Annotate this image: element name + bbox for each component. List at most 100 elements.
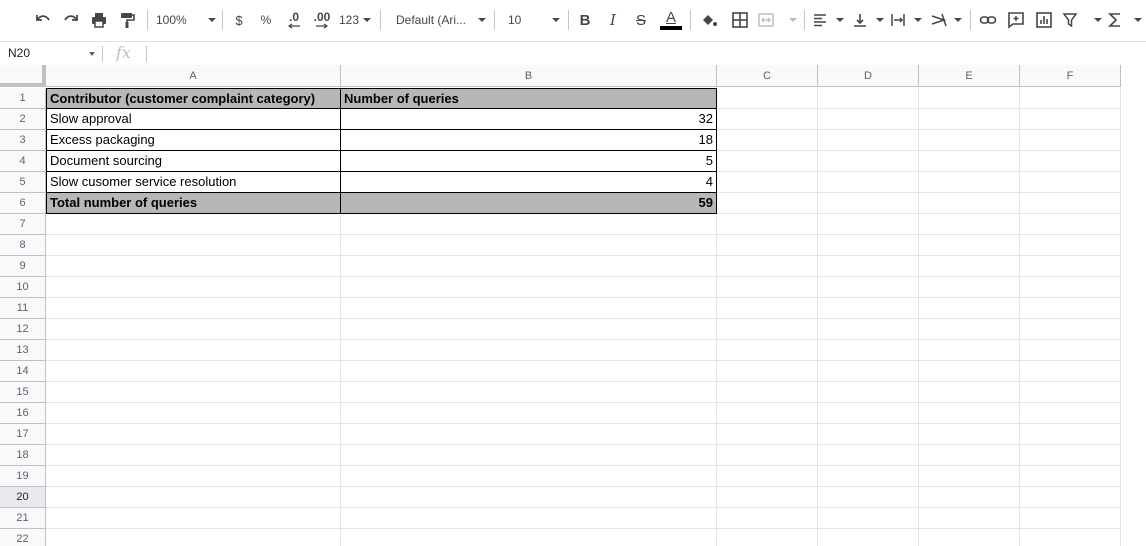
cell-f11[interactable] <box>1020 298 1121 319</box>
cell-f19[interactable] <box>1020 466 1121 487</box>
cell-e7[interactable] <box>919 214 1020 235</box>
cell-b17[interactable] <box>341 424 717 445</box>
cell-a13[interactable] <box>46 340 341 361</box>
cell-d14[interactable] <box>818 361 919 382</box>
select-all-corner[interactable] <box>0 65 46 87</box>
cell-f2[interactable] <box>1020 109 1121 130</box>
row-header-22[interactable]: 22 <box>0 529 46 546</box>
cell-b11[interactable] <box>341 298 717 319</box>
cell-c18[interactable] <box>717 445 818 466</box>
cell-c15[interactable] <box>717 382 818 403</box>
cell-f6[interactable] <box>1020 193 1121 214</box>
print-button[interactable] <box>88 8 110 32</box>
insert-chart-button[interactable] <box>1033 8 1055 32</box>
row-header-13[interactable]: 13 <box>0 340 46 361</box>
row-header-19[interactable]: 19 <box>0 466 46 487</box>
cell-f16[interactable] <box>1020 403 1121 424</box>
cell-c3[interactable] <box>717 130 818 151</box>
decrease-decimal-button[interactable]: .0 <box>282 8 306 32</box>
cell-b13[interactable] <box>341 340 717 361</box>
cell-e18[interactable] <box>919 445 1020 466</box>
cell-d16[interactable] <box>818 403 919 424</box>
cell-d8[interactable] <box>818 235 919 256</box>
cell-e9[interactable] <box>919 256 1020 277</box>
row-header-10[interactable]: 10 <box>0 277 46 298</box>
row-header-8[interactable]: 8 <box>0 235 46 256</box>
cell-c2[interactable] <box>717 109 818 130</box>
row-header-3[interactable]: 3 <box>0 130 46 151</box>
cell-f5[interactable] <box>1020 172 1121 193</box>
cell-a15[interactable] <box>46 382 341 403</box>
cell-d18[interactable] <box>818 445 919 466</box>
cell-e5[interactable] <box>919 172 1020 193</box>
cell-a4[interactable]: Document sourcing <box>46 151 341 172</box>
number-format-select[interactable]: 123 <box>339 8 371 32</box>
column-header-b[interactable]: B <box>341 65 717 87</box>
cell-b9[interactable] <box>341 256 717 277</box>
cell-a17[interactable] <box>46 424 341 445</box>
cell-d4[interactable] <box>818 151 919 172</box>
zoom-select[interactable]: 100% <box>156 8 216 32</box>
cell-e21[interactable] <box>919 508 1020 529</box>
row-header-21[interactable]: 21 <box>0 508 46 529</box>
cell-c1[interactable] <box>717 88 818 109</box>
row-header-11[interactable]: 11 <box>0 298 46 319</box>
cell-f20[interactable] <box>1020 487 1121 508</box>
cell-a10[interactable] <box>46 277 341 298</box>
cell-b12[interactable] <box>341 319 717 340</box>
merge-cells-button[interactable] <box>757 8 797 32</box>
cell-e14[interactable] <box>919 361 1020 382</box>
cell-b1[interactable]: Number of queries <box>341 88 717 109</box>
row-header-2[interactable]: 2 <box>0 109 46 130</box>
bold-button[interactable]: B <box>575 8 595 32</box>
cell-b10[interactable] <box>341 277 717 298</box>
cell-c20[interactable] <box>717 487 818 508</box>
increase-decimal-button[interactable]: .00 <box>309 8 335 32</box>
cell-a18[interactable] <box>46 445 341 466</box>
cell-b8[interactable] <box>341 235 717 256</box>
filter-button[interactable] <box>1062 8 1102 32</box>
strikethrough-button[interactable]: S <box>631 8 651 32</box>
cell-d3[interactable] <box>818 130 919 151</box>
cell-c14[interactable] <box>717 361 818 382</box>
cell-e15[interactable] <box>919 382 1020 403</box>
cell-d2[interactable] <box>818 109 919 130</box>
cell-d21[interactable] <box>818 508 919 529</box>
cell-e6[interactable] <box>919 193 1020 214</box>
cell-f9[interactable] <box>1020 256 1121 277</box>
cell-c7[interactable] <box>717 214 818 235</box>
cell-e11[interactable] <box>919 298 1020 319</box>
cell-f10[interactable] <box>1020 277 1121 298</box>
cell-c22[interactable] <box>717 529 818 546</box>
row-header-6[interactable]: 6 <box>0 193 46 214</box>
functions-button[interactable] <box>1108 8 1142 32</box>
column-header-e[interactable]: E <box>919 65 1020 87</box>
cell-c21[interactable] <box>717 508 818 529</box>
cell-a2[interactable]: Slow approval <box>46 109 341 130</box>
cell-a12[interactable] <box>46 319 341 340</box>
cell-c4[interactable] <box>717 151 818 172</box>
row-header-12[interactable]: 12 <box>0 319 46 340</box>
row-header-7[interactable]: 7 <box>0 214 46 235</box>
column-header-c[interactable]: C <box>717 65 818 87</box>
cell-a11[interactable] <box>46 298 341 319</box>
cell-e22[interactable] <box>919 529 1020 546</box>
cell-f4[interactable] <box>1020 151 1121 172</box>
cell-d5[interactable] <box>818 172 919 193</box>
cell-e4[interactable] <box>919 151 1020 172</box>
cell-b3[interactable]: 18 <box>341 130 717 151</box>
cell-f14[interactable] <box>1020 361 1121 382</box>
row-header-18[interactable]: 18 <box>0 445 46 466</box>
insert-comment-button[interactable] <box>1005 8 1027 32</box>
cell-f15[interactable] <box>1020 382 1121 403</box>
cell-d20[interactable] <box>818 487 919 508</box>
cell-a9[interactable] <box>46 256 341 277</box>
cell-e12[interactable] <box>919 319 1020 340</box>
cell-f12[interactable] <box>1020 319 1121 340</box>
cell-d11[interactable] <box>818 298 919 319</box>
font-family-select[interactable]: Default (Ari... <box>390 8 486 32</box>
cell-b15[interactable] <box>341 382 717 403</box>
cell-f22[interactable] <box>1020 529 1121 546</box>
insert-link-button[interactable] <box>977 8 999 32</box>
cell-f17[interactable] <box>1020 424 1121 445</box>
